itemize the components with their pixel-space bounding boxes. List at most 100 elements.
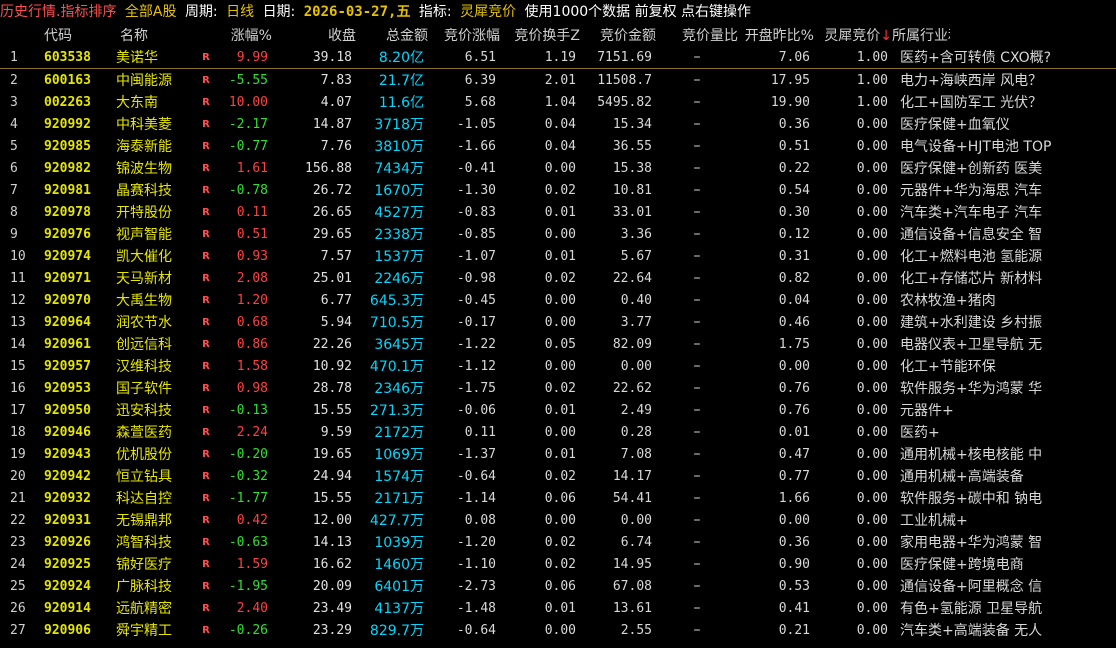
stock-code[interactable]: 920961 bbox=[36, 333, 106, 355]
stock-code[interactable]: 920931 bbox=[36, 509, 106, 531]
stock-name[interactable]: 海泰新能 bbox=[106, 135, 194, 157]
col-header-open-ratio[interactable]: 开盘昨比% bbox=[738, 24, 814, 46]
table-row[interactable]: 13 920964 润农节水 R 0.68 5.94 710.5万 -0.17 … bbox=[0, 311, 1116, 333]
table-row[interactable]: 6 920982 锦波生物 R 1.61 156.88 7434万 -0.41 … bbox=[0, 157, 1116, 179]
table-row[interactable]: 27 920906 舜宇精工 R -0.26 23.29 829.7万 -0.6… bbox=[0, 619, 1116, 641]
stock-code[interactable]: 920976 bbox=[36, 223, 106, 245]
table-row[interactable]: 19 920943 优机股份 R -0.20 19.65 1069万 -1.37… bbox=[0, 443, 1116, 465]
stock-name[interactable]: 大禹生物 bbox=[106, 289, 194, 311]
table-row[interactable]: 7 920981 晶赛科技 R -0.78 26.72 1670万 -1.30 … bbox=[0, 179, 1116, 201]
table-row[interactable]: 21 920932 科达自控 R -1.77 15.55 2171万 -1.14… bbox=[0, 487, 1116, 509]
stock-code[interactable]: 600163 bbox=[36, 69, 106, 92]
stock-code[interactable]: 920974 bbox=[36, 245, 106, 267]
table-row[interactable]: 22 920931 无锡鼎邦 R 0.42 12.00 427.7万 0.08 … bbox=[0, 509, 1116, 531]
stock-name[interactable]: 创远信科 bbox=[106, 333, 194, 355]
stock-code[interactable]: 920924 bbox=[36, 575, 106, 597]
stock-name[interactable]: 锦好医疗 bbox=[106, 553, 194, 575]
table-row[interactable]: 9 920976 视声智能 R 0.51 29.65 2338万 -0.85 0… bbox=[0, 223, 1116, 245]
stock-code[interactable]: 920950 bbox=[36, 399, 106, 421]
stock-code[interactable]: 920978 bbox=[36, 201, 106, 223]
stock-name[interactable]: 锦波生物 bbox=[106, 157, 194, 179]
col-header-bid-amount[interactable]: 竞价金额 bbox=[580, 24, 656, 46]
stock-code[interactable]: 920926 bbox=[36, 531, 106, 553]
stock-code[interactable]: 920906 bbox=[36, 619, 106, 641]
stock-code[interactable]: 920985 bbox=[36, 135, 106, 157]
stock-name[interactable]: 中闽能源 bbox=[106, 69, 194, 92]
stock-name[interactable]: 润农节水 bbox=[106, 311, 194, 333]
table-row[interactable]: 12 920970 大禹生物 R 1.20 6.77 645.3万 -0.45 … bbox=[0, 289, 1116, 311]
col-header-chg[interactable]: 涨幅% bbox=[218, 24, 272, 46]
col-header-code[interactable]: 代码 bbox=[0, 24, 106, 46]
stock-name[interactable]: 汉维科技 bbox=[106, 355, 194, 377]
stock-code[interactable]: 920964 bbox=[36, 311, 106, 333]
stock-code[interactable]: 920946 bbox=[36, 421, 106, 443]
stock-name[interactable]: 无锡鼎邦 bbox=[106, 509, 194, 531]
table-row[interactable]: 15 920957 汉维科技 R 1.58 10.92 470.1万 -1.12… bbox=[0, 355, 1116, 377]
stock-name[interactable]: 晶赛科技 bbox=[106, 179, 194, 201]
table-row[interactable]: 2 600163 中闽能源 R -5.55 7.83 21.7亿 6.39 2.… bbox=[0, 69, 1116, 92]
col-header-bid-volratio[interactable]: 竞价量比 bbox=[656, 24, 738, 46]
stock-code[interactable]: 920932 bbox=[36, 487, 106, 509]
stock-name[interactable]: 大东南 bbox=[106, 91, 194, 113]
stock-code[interactable]: 920925 bbox=[36, 553, 106, 575]
stock-code[interactable]: 920971 bbox=[36, 267, 106, 289]
table-row[interactable]: 23 920926 鸿智科技 R -0.63 14.13 1039万 -1.20… bbox=[0, 531, 1116, 553]
stock-name[interactable]: 舜宇精工 bbox=[106, 619, 194, 641]
table-row[interactable]: 20 920942 恒立钻具 R -0.32 24.94 1574万 -0.64… bbox=[0, 465, 1116, 487]
col-header-bid-turnover[interactable]: 竞价换手Z bbox=[500, 24, 580, 46]
stock-code[interactable]: 920981 bbox=[36, 179, 106, 201]
col-header-lingxi[interactable]: 灵犀竞价↓ bbox=[814, 24, 892, 46]
stock-name[interactable]: 优机股份 bbox=[106, 443, 194, 465]
stock-code[interactable]: 920943 bbox=[36, 443, 106, 465]
table-row[interactable]: 3 002263 大东南 R 10.00 4.07 11.6亿 5.68 1.0… bbox=[0, 91, 1116, 113]
industry-concepts: 电气设备+HJT电池 TOP bbox=[900, 139, 1052, 155]
stock-code[interactable]: 920992 bbox=[36, 113, 106, 135]
stock-code[interactable]: 920953 bbox=[36, 377, 106, 399]
period-value[interactable]: 日线 bbox=[226, 4, 254, 20]
col-header-close[interactable]: 收盘 bbox=[272, 24, 356, 46]
col-header-name[interactable]: 名称 bbox=[106, 24, 194, 46]
stock-name[interactable]: 凯大催化 bbox=[106, 245, 194, 267]
table-row[interactable]: 8 920978 开特股份 R 0.11 26.65 4527万 -0.83 0… bbox=[0, 201, 1116, 223]
bid-amount: 10.81 bbox=[612, 182, 652, 198]
stock-code[interactable]: 603538 bbox=[36, 46, 106, 69]
table-row[interactable]: 17 920950 迅安科技 R -0.13 15.55 271.3万 -0.0… bbox=[0, 399, 1116, 421]
indicator-value[interactable]: 灵犀竞价 bbox=[460, 4, 516, 20]
stock-code[interactable]: 920970 bbox=[36, 289, 106, 311]
col-header-bid-chg[interactable]: 竞价涨幅 bbox=[428, 24, 500, 46]
stock-code[interactable]: 920957 bbox=[36, 355, 106, 377]
table-row[interactable]: 1 603538 美诺华 R 9.99 39.18 8.20亿 6.51 1.1… bbox=[0, 46, 1116, 69]
stock-code[interactable]: 920942 bbox=[36, 465, 106, 487]
table-row[interactable]: 18 920946 森萱医药 R 2.24 9.59 2172万 0.11 0.… bbox=[0, 421, 1116, 443]
change-pct: 1.20 bbox=[236, 292, 268, 308]
table-row[interactable]: 24 920925 锦好医疗 R 1.59 16.62 1460万 -1.10 … bbox=[0, 553, 1116, 575]
stock-name[interactable]: 恒立钻具 bbox=[106, 465, 194, 487]
table-row[interactable]: 14 920961 创远信科 R 0.86 22.26 3645万 -1.22 … bbox=[0, 333, 1116, 355]
stock-name[interactable]: 科达自控 bbox=[106, 487, 194, 509]
stock-name[interactable]: 森萱医药 bbox=[106, 421, 194, 443]
col-header-amount[interactable]: 总金额 bbox=[356, 24, 428, 46]
date-value[interactable]: 2026-03-27,五 bbox=[304, 4, 411, 20]
stock-name[interactable]: 广脉科技 bbox=[106, 575, 194, 597]
table-row[interactable]: 4 920992 中科美菱 R -2.17 14.87 3718万 -1.05 … bbox=[0, 113, 1116, 135]
stock-code[interactable]: 920914 bbox=[36, 597, 106, 619]
market-scope[interactable]: 全部A股 bbox=[125, 4, 177, 20]
stock-name[interactable]: 中科美菱 bbox=[106, 113, 194, 135]
table-row[interactable]: 5 920985 海泰新能 R -0.77 7.76 3810万 -1.66 0… bbox=[0, 135, 1116, 157]
stock-name[interactable]: 远航精密 bbox=[106, 597, 194, 619]
stock-code[interactable]: 002263 bbox=[36, 91, 106, 113]
stock-name[interactable]: 迅安科技 bbox=[106, 399, 194, 421]
stock-name[interactable]: 国子软件 bbox=[106, 377, 194, 399]
stock-name[interactable]: 天马新材 bbox=[106, 267, 194, 289]
col-header-industry[interactable]: 所属行业和概念 bbox=[892, 24, 950, 46]
table-row[interactable]: 11 920971 天马新材 R 2.08 25.01 2246万 -0.98 … bbox=[0, 267, 1116, 289]
table-row[interactable]: 16 920953 国子软件 R 0.98 28.78 2346万 -1.75 … bbox=[0, 377, 1116, 399]
stock-name[interactable]: 美诺华 bbox=[106, 46, 194, 69]
stock-name[interactable]: 视声智能 bbox=[106, 223, 194, 245]
stock-name[interactable]: 开特股份 bbox=[106, 201, 194, 223]
table-row[interactable]: 25 920924 广脉科技 R -1.95 20.09 6401万 -2.73… bbox=[0, 575, 1116, 597]
table-row[interactable]: 26 920914 远航精密 R 2.40 23.49 4137万 -1.48 … bbox=[0, 597, 1116, 619]
stock-code[interactable]: 920982 bbox=[36, 157, 106, 179]
stock-name[interactable]: 鸿智科技 bbox=[106, 531, 194, 553]
table-row[interactable]: 10 920974 凯大催化 R 0.93 7.57 1537万 -1.07 0… bbox=[0, 245, 1116, 267]
